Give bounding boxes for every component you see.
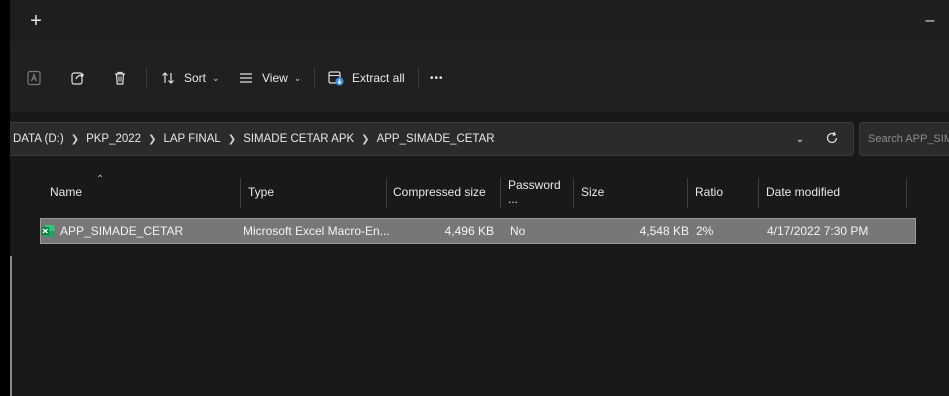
column-divider[interactable]	[687, 178, 688, 208]
breadcrumb-item[interactable]: LAP FINAL	[160, 133, 223, 145]
chevron-down-icon: ⌄	[212, 72, 220, 83]
extract-all-button[interactable]: Extract all	[326, 64, 405, 92]
column-divider[interactable]	[500, 178, 501, 208]
share-icon	[68, 68, 88, 88]
ai-icon	[24, 68, 44, 88]
breadcrumb-item[interactable]: DATA (D:)	[10, 133, 67, 145]
trash-icon	[110, 68, 130, 88]
extract-icon	[326, 68, 346, 88]
refresh-icon	[825, 131, 839, 148]
column-header-compressed-size[interactable]: Compressed size	[393, 172, 501, 212]
breadcrumb: DATA (D:) ❯ PKP_2022 ❯ LAP FINAL ❯ SIMAD…	[10, 123, 498, 155]
breadcrumb-item[interactable]: SIMADE CETAR APK	[240, 133, 357, 145]
file-explorer-window: + – Sort ⌄ View ⌄ Extract all ••• DATA (…	[10, 0, 949, 396]
sort-button[interactable]: Sort ⌄	[158, 64, 220, 92]
sort-ascending-icon: ⌃	[96, 174, 105, 185]
extract-all-label: Extract all	[352, 71, 405, 85]
file-name: APP_SIMADE_CETAR	[60, 224, 184, 238]
more-options-icon: •••	[430, 72, 444, 84]
delete-button[interactable]	[110, 64, 130, 92]
column-divider[interactable]	[906, 178, 907, 208]
sort-label: Sort	[184, 71, 207, 85]
file-list: Name ⌃ Type Compressed size Password ...…	[10, 172, 949, 396]
breadcrumb-item[interactable]: APP_SIMADE_CETAR	[374, 133, 498, 145]
column-header-type[interactable]: Type	[248, 172, 384, 212]
column-header-row: Name ⌃ Type Compressed size Password ...…	[10, 172, 949, 212]
file-date-modified-cell: 4/17/2022 7:30 PM	[767, 224, 869, 238]
ai-button[interactable]	[24, 64, 44, 92]
view-button[interactable]: View ⌄	[236, 64, 301, 92]
column-header-size[interactable]: Size	[581, 172, 689, 212]
excel-file-icon	[41, 224, 55, 238]
command-bar: Sort ⌄ View ⌄ Extract all •••	[10, 44, 949, 112]
column-divider[interactable]	[758, 178, 759, 208]
file-name-cell: APP_SIMADE_CETAR	[41, 219, 241, 243]
address-bar-area: DATA (D:) ❯ PKP_2022 ❯ LAP FINAL ❯ SIMAD…	[10, 112, 949, 172]
title-bar: + –	[10, 0, 949, 44]
column-header-date-modified[interactable]: Date modified	[766, 172, 906, 212]
file-type-cell: Microsoft Excel Macro-En...	[243, 224, 390, 238]
address-bar[interactable]: DATA (D:) ❯ PKP_2022 ❯ LAP FINAL ❯ SIMAD…	[10, 122, 854, 156]
new-tab-button[interactable]: +	[22, 8, 50, 34]
column-header-ratio[interactable]: Ratio	[695, 172, 755, 212]
chevron-right-icon: ❯	[227, 133, 237, 145]
table-row[interactable]: APP_SIMADE_CETAR Microsoft Excel Macro-E…	[40, 218, 916, 244]
column-divider[interactable]	[240, 178, 241, 208]
toolbar-separator	[146, 67, 147, 89]
column-divider[interactable]	[573, 178, 574, 208]
column-header-name[interactable]: Name	[50, 172, 240, 212]
toolbar-separator	[314, 67, 315, 89]
chevron-right-icon: ❯	[361, 133, 370, 145]
more-options-button[interactable]: •••	[430, 64, 444, 92]
chevron-down-icon: ⌄	[293, 72, 302, 83]
file-password-cell: No	[510, 224, 526, 238]
column-divider[interactable]	[386, 178, 387, 208]
pane-splitter[interactable]	[10, 256, 12, 396]
column-header-password[interactable]: Password ...	[508, 172, 570, 212]
refresh-button[interactable]	[820, 127, 844, 151]
toolbar-separator	[418, 67, 419, 89]
chevron-right-icon: ❯	[148, 133, 157, 145]
file-ratio-cell: 2%	[696, 224, 714, 238]
breadcrumb-item[interactable]: PKP_2022	[83, 133, 144, 145]
search-input[interactable]	[859, 122, 949, 156]
file-compressed-size-cell: 4,496 KB	[444, 224, 494, 238]
chevron-right-icon: ❯	[70, 133, 80, 145]
address-history-button[interactable]: ⌄	[788, 127, 812, 151]
share-button[interactable]	[68, 64, 88, 92]
view-label: View	[262, 71, 288, 85]
file-size-cell: 4,548 KB	[639, 224, 689, 238]
minimize-button[interactable]: –	[919, 8, 941, 34]
sort-icon	[158, 68, 178, 88]
chevron-down-icon: ⌄	[795, 133, 805, 145]
view-list-icon	[236, 68, 256, 88]
